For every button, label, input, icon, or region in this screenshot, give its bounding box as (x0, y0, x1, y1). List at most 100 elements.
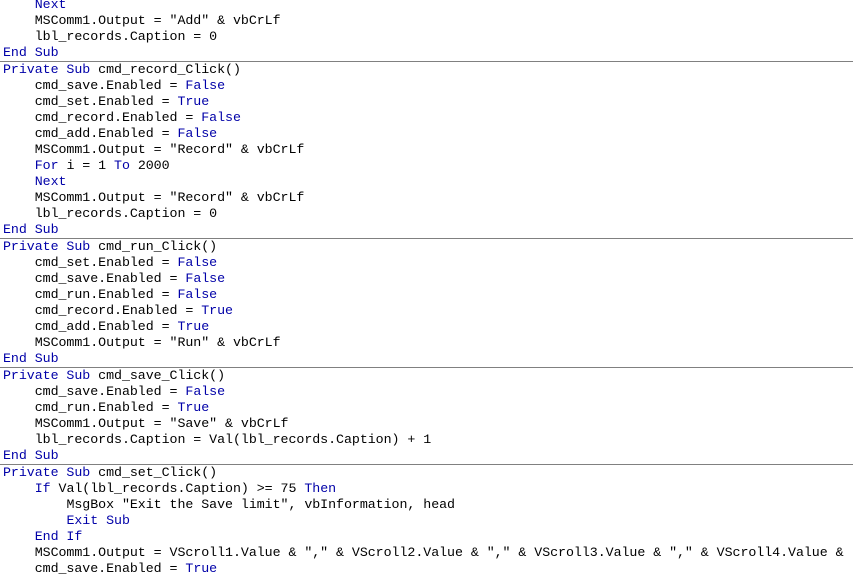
code-keyword: False (201, 110, 241, 125)
code-text: cmd_set.Enabled = (35, 255, 178, 270)
code-indent (3, 513, 66, 528)
code-keyword: True (177, 319, 209, 334)
code-text: MSComm1.Output = VScroll1.Value & "," & … (35, 545, 844, 560)
code-line[interactable]: cmd_record.Enabled = False (0, 110, 853, 126)
code-text: cmd_record.Enabled = (35, 303, 202, 318)
code-line[interactable]: For i = 1 To 2000 (0, 158, 853, 174)
code-indent (3, 287, 35, 302)
code-keyword: True (177, 94, 209, 109)
code-keyword: End Sub (3, 45, 59, 60)
code-line[interactable]: MSComm1.Output = VScroll1.Value & "," & … (0, 545, 853, 561)
code-line[interactable]: lbl_records.Caption = Val(lbl_records.Ca… (0, 432, 853, 448)
code-keyword: Then (304, 481, 336, 496)
code-text: cmd_set.Enabled = (35, 94, 178, 109)
code-indent (3, 497, 66, 512)
code-text: 2000 (138, 158, 170, 173)
code-text: cmd_set_Click() (98, 465, 217, 480)
code-line[interactable]: End Sub (0, 45, 853, 62)
code-line[interactable]: MSComm1.Output = "Record" & vbCrLf (0, 190, 853, 206)
code-line[interactable]: lbl_records.Caption = 0 (0, 29, 853, 45)
code-keyword: Next (35, 0, 67, 12)
code-indent (3, 94, 35, 109)
code-line[interactable]: MSComm1.Output = "Save" & vbCrLf (0, 416, 853, 432)
code-text: cmd_save.Enabled = (35, 271, 186, 286)
code-indent (3, 384, 35, 399)
code-text: MsgBox "Exit the Save limit", vbInformat… (66, 497, 455, 512)
code-text: cmd_save.Enabled = (35, 384, 186, 399)
code-line[interactable]: End Sub (0, 448, 853, 465)
code-text: lbl_records.Caption = 0 (35, 206, 217, 221)
code-indent (3, 432, 35, 447)
code-line[interactable]: End Sub (0, 351, 853, 368)
code-text: MSComm1.Output = "Record" & vbCrLf (35, 190, 305, 205)
code-indent (3, 545, 35, 560)
code-line[interactable]: Private Sub cmd_run_Click() (0, 239, 853, 255)
code-keyword: True (201, 303, 233, 318)
code-text: cmd_save.Enabled = (35, 561, 186, 576)
code-keyword: To (114, 158, 138, 173)
code-line[interactable]: MSComm1.Output = "Run" & vbCrLf (0, 335, 853, 351)
code-text: MSComm1.Output = "Add" & vbCrLf (35, 13, 281, 28)
code-keyword: Exit Sub (66, 513, 129, 528)
code-indent (3, 255, 35, 270)
code-keyword: False (177, 287, 217, 302)
code-text: cmd_run.Enabled = (35, 400, 178, 415)
code-line[interactable]: cmd_add.Enabled = False (0, 126, 853, 142)
code-line[interactable]: cmd_save.Enabled = False (0, 78, 853, 94)
code-line[interactable]: lbl_records.Caption = 0 (0, 206, 853, 222)
code-line[interactable]: cmd_add.Enabled = True (0, 319, 853, 335)
code-line[interactable]: cmd_save.Enabled = False (0, 271, 853, 287)
code-line[interactable]: cmd_save.Enabled = True (0, 561, 853, 577)
code-keyword: True (185, 561, 217, 576)
code-text: MSComm1.Output = "Record" & vbCrLf (35, 142, 305, 157)
code-indent (3, 0, 35, 12)
code-keyword: Next (35, 174, 67, 189)
code-indent (3, 206, 35, 221)
code-line[interactable]: Private Sub cmd_set_Click() (0, 465, 853, 481)
code-line[interactable]: cmd_run.Enabled = False (0, 287, 853, 303)
code-line[interactable]: Next (0, 0, 853, 13)
code-indent (3, 271, 35, 286)
code-line[interactable]: cmd_set.Enabled = True (0, 94, 853, 110)
code-keyword: End Sub (3, 351, 59, 366)
code-text: MSComm1.Output = "Run" & vbCrLf (35, 335, 281, 350)
code-indent (3, 126, 35, 141)
code-keyword: End If (35, 529, 83, 544)
code-keyword: False (177, 255, 217, 270)
code-indent (3, 481, 35, 496)
code-indent (3, 303, 35, 318)
code-text: cmd_add.Enabled = (35, 319, 178, 334)
code-text: Val(lbl_records.Caption) >= 75 (59, 481, 305, 496)
code-indent (3, 78, 35, 93)
code-line[interactable]: cmd_record.Enabled = True (0, 303, 853, 319)
code-text: cmd_record.Enabled = (35, 110, 202, 125)
code-text: cmd_save_Click() (98, 368, 225, 383)
code-keyword: Private Sub (3, 62, 98, 77)
code-line[interactable]: cmd_set.Enabled = False (0, 255, 853, 271)
code-indent (3, 416, 35, 431)
code-line[interactable]: Next (0, 174, 853, 190)
code-line[interactable]: MsgBox "Exit the Save limit", vbInformat… (0, 497, 853, 513)
code-keyword: Private Sub (3, 239, 98, 254)
code-line[interactable]: Private Sub cmd_record_Click() (0, 62, 853, 78)
code-indent (3, 335, 35, 350)
code-line[interactable]: End Sub (0, 222, 853, 239)
code-line[interactable]: MSComm1.Output = "Record" & vbCrLf (0, 142, 853, 158)
code-line[interactable]: cmd_run.Enabled = True (0, 400, 853, 416)
code-keyword: False (177, 126, 217, 141)
code-indent (3, 190, 35, 205)
vb-code-editor-pane[interactable]: Next MSComm1.Output = "Add" & vbCrLf lbl… (0, 0, 853, 579)
code-text: lbl_records.Caption = 0 (35, 29, 217, 44)
code-indent (3, 29, 35, 44)
code-line[interactable]: Private Sub cmd_save_Click() (0, 368, 853, 384)
code-line[interactable]: End If (0, 529, 853, 545)
code-line[interactable]: Exit Sub (0, 513, 853, 529)
code-keyword: End Sub (3, 222, 59, 237)
code-indent (3, 13, 35, 28)
code-line[interactable]: MSComm1.Output = "Add" & vbCrLf (0, 13, 853, 29)
code-line[interactable]: If Val(lbl_records.Caption) >= 75 Then (0, 481, 853, 497)
code-line[interactable]: cmd_save.Enabled = False (0, 384, 853, 400)
code-indent (3, 110, 35, 125)
code-keyword: Private Sub (3, 465, 98, 480)
code-keyword: False (185, 384, 225, 399)
